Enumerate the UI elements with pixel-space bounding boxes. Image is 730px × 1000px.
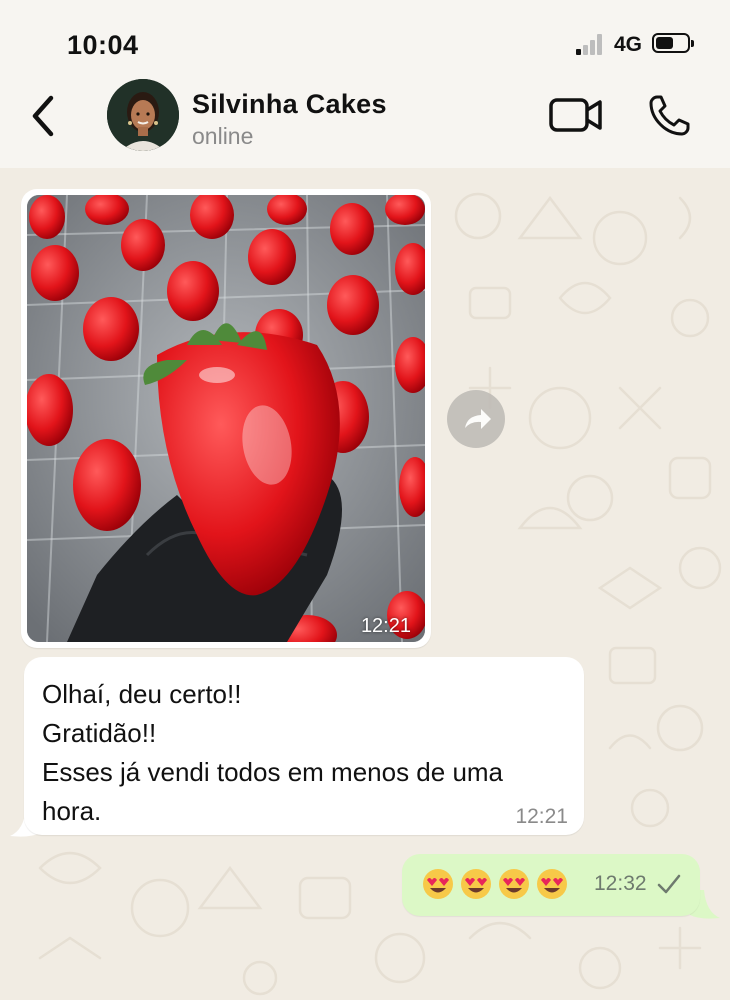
image-time: 12:21	[360, 615, 411, 637]
video-call-icon[interactable]	[548, 96, 604, 134]
strawberry-photo[interactable]: 12:21	[27, 195, 425, 642]
signal-strength-icon	[576, 33, 608, 55]
outgoing-message[interactable]: 12:32	[402, 854, 700, 916]
battery-icon	[652, 33, 694, 53]
heart-eyes-emoji-icon	[461, 869, 491, 899]
contact-name[interactable]: Silvinha Cakes	[192, 89, 387, 120]
message-time: 12:21	[515, 805, 568, 828]
phone-call-icon[interactable]	[648, 93, 692, 137]
heart-eyes-emoji-icon	[537, 869, 567, 899]
avatar[interactable]	[107, 79, 179, 151]
forward-button[interactable]	[447, 390, 505, 448]
status-bar: 10:04 4G	[0, 0, 730, 80]
forward-arrow-icon	[465, 409, 491, 429]
text-message[interactable]: Olhaí, deu certo!! Gratidão!! Esses já v…	[24, 657, 584, 835]
chat-header: Silvinha Cakes online	[0, 79, 730, 168]
message-line: Esses já vendi todos em menos de uma	[42, 757, 504, 787]
contact-status: online	[192, 123, 254, 149]
status-time: 10:04	[67, 30, 139, 60]
image-message[interactable]: 12:21	[21, 189, 431, 648]
message-line: hora.	[42, 796, 102, 826]
sent-check-icon	[657, 874, 681, 894]
emoji-row	[422, 868, 568, 902]
chat-area[interactable]: 12:21 Olhaí, deu certo!! Gratidão!! Esse…	[0, 168, 730, 1000]
message-body: Olhaí, deu certo!! Gratidão!! Esses já v…	[42, 675, 562, 831]
battery-level	[656, 37, 673, 49]
message-line: Gratidão!!	[42, 718, 157, 748]
outgoing-time: 12:32	[594, 872, 647, 895]
heart-eyes-emoji-icon	[499, 869, 529, 899]
message-line: Olhaí, deu certo!!	[42, 679, 242, 709]
back-chevron-icon[interactable]	[26, 92, 62, 140]
heart-eyes-emoji-icon	[423, 869, 453, 899]
network-type: 4G	[614, 33, 643, 56]
